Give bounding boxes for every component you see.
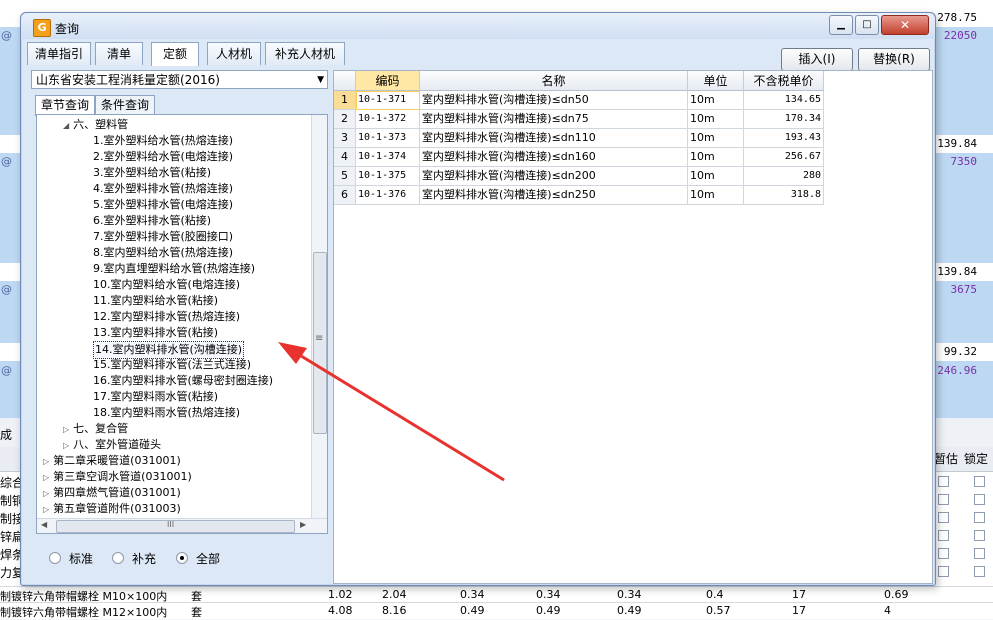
arrow-shaft (292, 349, 505, 482)
annotation-arrow (278, 342, 505, 482)
arrow-head-icon (278, 342, 307, 364)
